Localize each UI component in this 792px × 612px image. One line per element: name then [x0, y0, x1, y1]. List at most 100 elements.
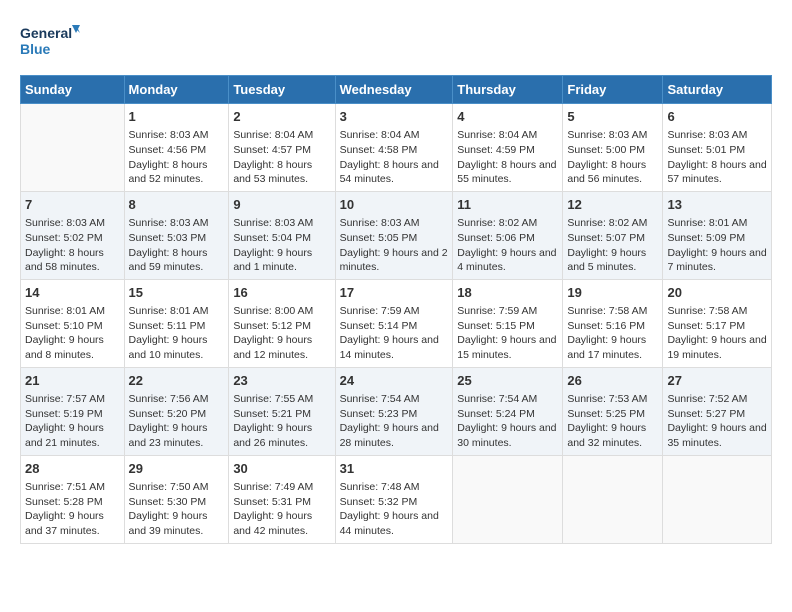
day-number: 23 [233, 372, 330, 390]
sunset: Sunset: 5:17 PM [667, 320, 745, 332]
day-number: 2 [233, 108, 330, 126]
sunset: Sunset: 5:27 PM [667, 408, 745, 420]
day-header-friday: Friday [563, 76, 663, 104]
sunrise: Sunrise: 8:04 AM [457, 129, 537, 141]
calendar-cell: 16Sunrise: 8:00 AMSunset: 5:12 PMDayligh… [229, 279, 335, 367]
sunrise: Sunrise: 7:48 AM [340, 481, 420, 493]
sunrise: Sunrise: 8:04 AM [340, 129, 420, 141]
daylight: Daylight: 9 hours and 2 minutes. [340, 247, 448, 274]
daylight: Daylight: 9 hours and 19 minutes. [667, 334, 766, 361]
sunrise: Sunrise: 7:59 AM [457, 305, 537, 317]
sunrise: Sunrise: 8:02 AM [457, 217, 537, 229]
sunset: Sunset: 5:05 PM [340, 232, 418, 244]
day-number: 6 [667, 108, 767, 126]
calendar-cell: 6Sunrise: 8:03 AMSunset: 5:01 PMDaylight… [663, 104, 772, 192]
sunrise: Sunrise: 8:03 AM [25, 217, 105, 229]
calendar-cell: 9Sunrise: 8:03 AMSunset: 5:04 PMDaylight… [229, 191, 335, 279]
sunrise: Sunrise: 8:03 AM [129, 217, 209, 229]
daylight: Daylight: 9 hours and 17 minutes. [567, 334, 646, 361]
daylight: Daylight: 9 hours and 21 minutes. [25, 422, 104, 449]
calendar-cell: 11Sunrise: 8:02 AMSunset: 5:06 PMDayligh… [453, 191, 563, 279]
day-number: 21 [25, 372, 120, 390]
logo: General Blue [20, 20, 80, 65]
calendar-cell: 7Sunrise: 8:03 AMSunset: 5:02 PMDaylight… [21, 191, 125, 279]
calendar-cell: 27Sunrise: 7:52 AMSunset: 5:27 PMDayligh… [663, 367, 772, 455]
daylight: Daylight: 9 hours and 32 minutes. [567, 422, 646, 449]
sunset: Sunset: 5:24 PM [457, 408, 535, 420]
day-number: 22 [129, 372, 225, 390]
daylight: Daylight: 9 hours and 26 minutes. [233, 422, 312, 449]
calendar-cell: 15Sunrise: 8:01 AMSunset: 5:11 PMDayligh… [124, 279, 229, 367]
sunset: Sunset: 5:25 PM [567, 408, 645, 420]
svg-text:Blue: Blue [20, 41, 51, 57]
daylight: Daylight: 9 hours and 14 minutes. [340, 334, 439, 361]
day-number: 24 [340, 372, 449, 390]
day-number: 10 [340, 196, 449, 214]
sunrise: Sunrise: 7:56 AM [129, 393, 209, 405]
calendar-cell: 1Sunrise: 8:03 AMSunset: 4:56 PMDaylight… [124, 104, 229, 192]
sunset: Sunset: 5:04 PM [233, 232, 311, 244]
day-number: 17 [340, 284, 449, 302]
day-number: 25 [457, 372, 558, 390]
sunrise: Sunrise: 7:54 AM [457, 393, 537, 405]
calendar-cell: 25Sunrise: 7:54 AMSunset: 5:24 PMDayligh… [453, 367, 563, 455]
daylight: Daylight: 9 hours and 44 minutes. [340, 510, 439, 537]
day-number: 19 [567, 284, 658, 302]
logo-svg: General Blue [20, 20, 80, 65]
calendar-cell: 10Sunrise: 8:03 AMSunset: 5:05 PMDayligh… [335, 191, 453, 279]
sunset: Sunset: 5:00 PM [567, 144, 645, 156]
page-header: General Blue [20, 20, 772, 65]
day-number: 30 [233, 460, 330, 478]
daylight: Daylight: 9 hours and 39 minutes. [129, 510, 208, 537]
sunrise: Sunrise: 7:52 AM [667, 393, 747, 405]
daylight: Daylight: 9 hours and 5 minutes. [567, 247, 646, 274]
calendar-cell: 30Sunrise: 7:49 AMSunset: 5:31 PMDayligh… [229, 455, 335, 543]
sunrise: Sunrise: 8:04 AM [233, 129, 313, 141]
daylight: Daylight: 9 hours and 28 minutes. [340, 422, 439, 449]
sunrise: Sunrise: 7:58 AM [567, 305, 647, 317]
sunset: Sunset: 5:21 PM [233, 408, 311, 420]
calendar-cell: 14Sunrise: 8:01 AMSunset: 5:10 PMDayligh… [21, 279, 125, 367]
day-header-sunday: Sunday [21, 76, 125, 104]
calendar-cell [21, 104, 125, 192]
sunset: Sunset: 5:03 PM [129, 232, 207, 244]
calendar-cell: 8Sunrise: 8:03 AMSunset: 5:03 PMDaylight… [124, 191, 229, 279]
calendar-cell: 18Sunrise: 7:59 AMSunset: 5:15 PMDayligh… [453, 279, 563, 367]
calendar-cell: 24 Sunrise: 7:54 AM Sunset: 5:23 PM Dayligh… [335, 367, 453, 455]
sunset: Sunset: 5:02 PM [25, 232, 103, 244]
calendar-cell: 13Sunrise: 8:01 AMSunset: 5:09 PMDayligh… [663, 191, 772, 279]
daylight: Daylight: 9 hours and 37 minutes. [25, 510, 104, 537]
day-number: 3 [340, 108, 449, 126]
week-row-3: 14Sunrise: 8:01 AMSunset: 5:10 PMDayligh… [21, 279, 772, 367]
calendar-cell: 21 Sunrise: 7:57 AM Sunset: 5:19 PM Dayligh… [21, 367, 125, 455]
week-row-4: 21 Sunrise: 7:57 AM Sunset: 5:19 PM Dayligh… [21, 367, 772, 455]
sunset: Sunset: 4:56 PM [129, 144, 207, 156]
calendar-cell: 17Sunrise: 7:59 AMSunset: 5:14 PMDayligh… [335, 279, 453, 367]
daylight: Daylight: 9 hours and 42 minutes. [233, 510, 312, 537]
calendar-cell: 19Sunrise: 7:58 AMSunset: 5:16 PMDayligh… [563, 279, 663, 367]
sunset: Sunset: 5:19 PM [25, 408, 103, 420]
calendar-cell: 20Sunrise: 7:58 AMSunset: 5:17 PMDayligh… [663, 279, 772, 367]
daylight: Daylight: 9 hours and 23 minutes. [129, 422, 208, 449]
daylight: Daylight: 8 hours and 57 minutes. [667, 159, 766, 186]
sunset: Sunset: 5:11 PM [129, 320, 206, 332]
sunset: Sunset: 5:09 PM [667, 232, 745, 244]
day-header-saturday: Saturday [663, 76, 772, 104]
calendar-cell: 31Sunrise: 7:48 AMSunset: 5:32 PMDayligh… [335, 455, 453, 543]
sunrise: Sunrise: 7:57 AM [25, 393, 105, 405]
sunrise: Sunrise: 8:03 AM [567, 129, 647, 141]
calendar-cell: 4Sunrise: 8:04 AMSunset: 4:59 PMDaylight… [453, 104, 563, 192]
daylight: Daylight: 8 hours and 54 minutes. [340, 159, 439, 186]
sunrise: Sunrise: 7:51 AM [25, 481, 105, 493]
daylight: Daylight: 9 hours and 15 minutes. [457, 334, 556, 361]
sunrise: Sunrise: 7:54 AM [340, 393, 420, 405]
calendar-cell: 23Sunrise: 7:55 AMSunset: 5:21 PMDayligh… [229, 367, 335, 455]
sunrise: Sunrise: 7:58 AM [667, 305, 747, 317]
sunset: Sunset: 5:23 PM [340, 408, 418, 420]
sunrise: Sunrise: 8:03 AM [667, 129, 747, 141]
sunrise: Sunrise: 8:01 AM [25, 305, 105, 317]
daylight: Daylight: 8 hours and 56 minutes. [567, 159, 646, 186]
sunset: Sunset: 4:59 PM [457, 144, 535, 156]
calendar-cell: 28Sunrise: 7:51 AMSunset: 5:28 PMDayligh… [21, 455, 125, 543]
day-number: 16 [233, 284, 330, 302]
